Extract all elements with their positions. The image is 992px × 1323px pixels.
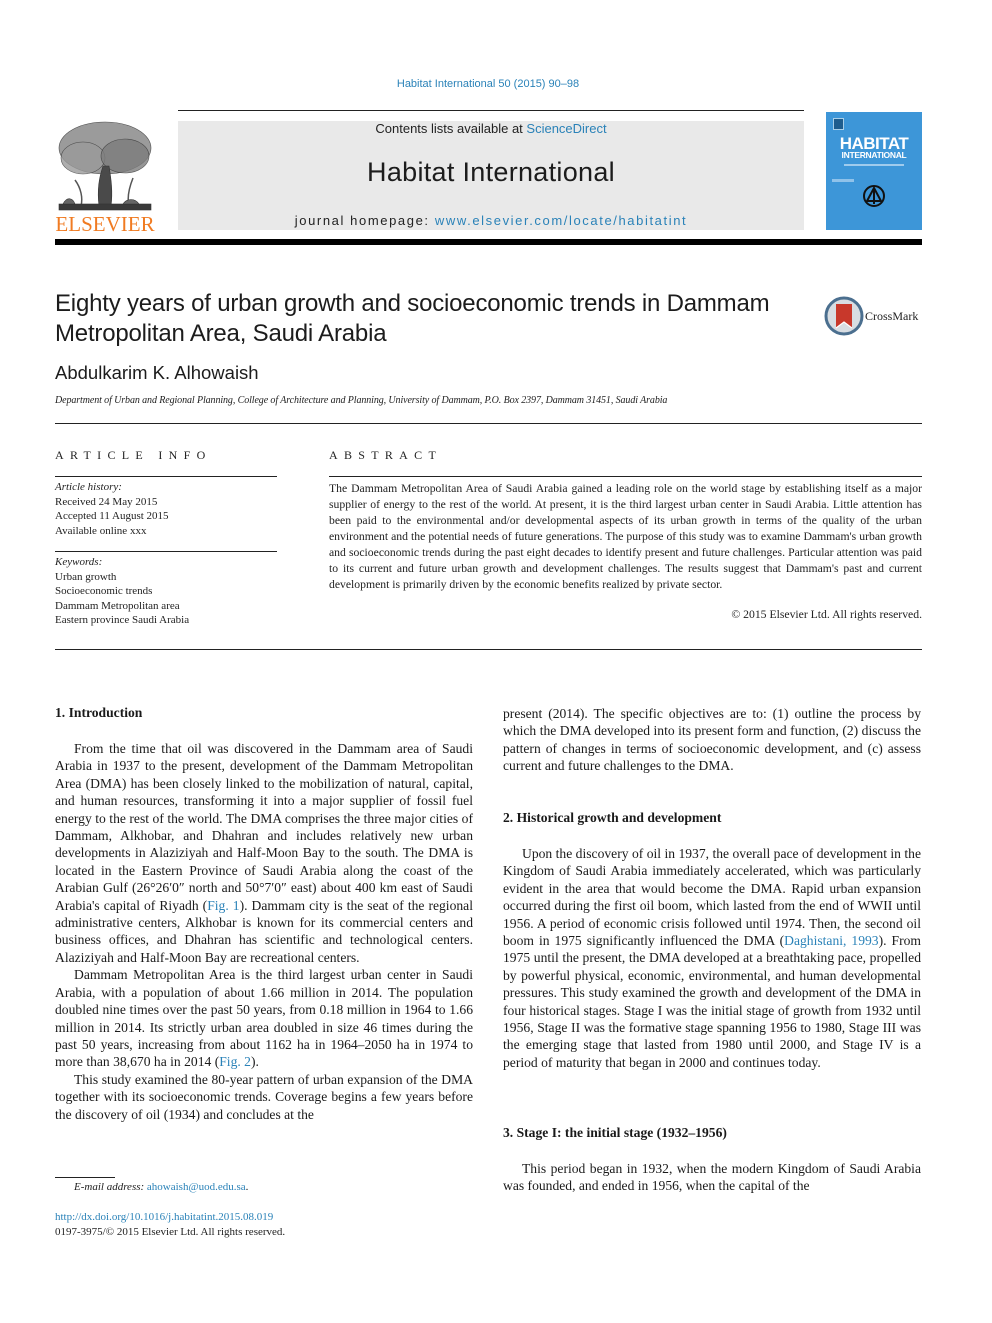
abstract-bottom-rule bbox=[55, 649, 922, 650]
email-footnote: E-mail address: ahowaish@uod.edu.sa. bbox=[74, 1181, 248, 1193]
homepage-line: journal homepage: www.elsevier.com/locat… bbox=[178, 213, 804, 228]
running-head[interactable]: Habitat International 50 (2015) 90–98 bbox=[0, 78, 976, 90]
keywords-rule bbox=[55, 551, 277, 552]
intro-paragraph-3-continued: present (2014). The specific objectives … bbox=[503, 706, 921, 774]
doi-url[interactable]: http://dx.doi.org/10.1016/j.habitatint.2… bbox=[55, 1211, 273, 1223]
abstract-rule bbox=[329, 476, 922, 477]
cover-publisher-mark bbox=[833, 118, 844, 130]
fig1-link[interactable]: Fig. 1 bbox=[207, 898, 239, 913]
abstract-label: ABSTRACT bbox=[329, 448, 443, 462]
article-info-rule bbox=[55, 476, 277, 477]
author-affiliation: Department of Urban and Regional Plannin… bbox=[55, 395, 668, 406]
cover-subtitle-bar bbox=[844, 164, 904, 166]
body-right-column-top: present (2014). The specific objectives … bbox=[503, 705, 921, 775]
section-2-paragraph-1: Upon the discovery of oil in 1937, the o… bbox=[503, 845, 921, 1071]
text-run: From the time that oil was discovered in… bbox=[55, 741, 473, 913]
cover-volume-bar bbox=[832, 179, 854, 182]
history-online: Available online xxx bbox=[55, 524, 147, 537]
keyword: Eastern province Saudi Arabia bbox=[55, 614, 190, 627]
history-label: Article history: bbox=[55, 481, 122, 493]
text-run: Dammam Metropolitan Area is the third la… bbox=[55, 967, 473, 1070]
section-2-body: Upon the discovery of oil in 1937, the o… bbox=[503, 845, 921, 1071]
history-accepted: Accepted 11 August 2015 bbox=[55, 510, 169, 523]
keyword: Urban growth bbox=[55, 570, 117, 583]
daghistani-citation-link[interactable]: Daghistani, 1993 bbox=[784, 933, 878, 948]
section-3-body: This period began in 1932, when the mode… bbox=[503, 1160, 921, 1195]
cover-title-line2: INTERNATIONAL bbox=[841, 150, 907, 160]
fig2-link[interactable]: Fig. 2 bbox=[219, 1054, 251, 1069]
article-title: Eighty years of urban growth and socioec… bbox=[55, 290, 770, 347]
abstract-text: The Dammam Metropolitan Area of Saudi Ar… bbox=[329, 482, 922, 591]
crossmark-icon[interactable] bbox=[824, 296, 864, 336]
affiliation-rule bbox=[55, 423, 922, 424]
body-left-column: From the time that oil was discovered in… bbox=[55, 740, 473, 1123]
keyword: Dammam Metropolitan area bbox=[55, 599, 180, 612]
header-thick-rule bbox=[55, 239, 922, 245]
header-rule bbox=[178, 110, 804, 111]
intro-paragraph-2: Dammam Metropolitan Area is the third la… bbox=[55, 966, 473, 1070]
keywords: Keywords: Urban growth Socioeconomic tre… bbox=[55, 555, 277, 628]
journal-cover[interactable]: HABITAT INTERNATIONAL bbox=[826, 112, 922, 230]
keywords-label: Keywords: bbox=[55, 556, 103, 568]
journal-name: Habitat International bbox=[367, 157, 615, 187]
author-name: Abdulkarim K. Alhowaish bbox=[55, 362, 259, 383]
contents-prefix: Contents lists available at bbox=[375, 121, 527, 136]
sciencedirect-link[interactable]: ScienceDirect bbox=[526, 121, 606, 136]
homepage-prefix: journal homepage: bbox=[294, 213, 435, 228]
keyword: Socioeconomic trends bbox=[55, 585, 153, 598]
author-email-link[interactable]: ahowaish@uod.edu.sa bbox=[147, 1181, 246, 1193]
intro-paragraph-1: From the time that oil was discovered in… bbox=[55, 740, 473, 966]
abstract-copyright: © 2015 Elsevier Ltd. All rights reserved… bbox=[731, 608, 922, 621]
footnote-rule bbox=[55, 1177, 115, 1178]
text-run: . bbox=[245, 1181, 249, 1193]
article-history: Article history: Received 24 May 2015 Ac… bbox=[55, 480, 277, 538]
section-2-heading: 2. Historical growth and development bbox=[503, 810, 722, 825]
history-received: Received 24 May 2015 bbox=[55, 495, 158, 508]
contents-line: Contents lists available at ScienceDirec… bbox=[178, 121, 804, 136]
journal-homepage-link[interactable]: www.elsevier.com/locate/habitatint bbox=[435, 213, 687, 228]
crossmark-label[interactable]: CrossMark bbox=[865, 309, 918, 324]
cover-emblem-icon bbox=[863, 185, 885, 207]
issn-copyright: 0197-3975/© 2015 Elsevier Ltd. All right… bbox=[55, 1226, 286, 1238]
section-1-heading: 1. Introduction bbox=[55, 705, 143, 720]
article-info-label: ARTICLE INFO bbox=[55, 448, 212, 462]
doi-link[interactable]: http://dx.doi.org/10.1016/j.habitatint.2… bbox=[55, 1211, 273, 1223]
text-run: ). bbox=[250, 1054, 259, 1070]
elsevier-wordmark[interactable]: ELSEVIER bbox=[53, 212, 157, 237]
tree-ground bbox=[58, 203, 152, 211]
intro-paragraph-3: This study examined the 80-year pattern … bbox=[55, 1071, 473, 1122]
section-3-heading: 3. Stage I: the initial stage (1932–1956… bbox=[503, 1125, 727, 1140]
text-run: ). From 1975 until the present, the DMA … bbox=[503, 933, 921, 1070]
section-3-paragraph-1: This period began in 1932, when the mode… bbox=[503, 1161, 921, 1194]
email-label: E-mail address: bbox=[74, 1181, 147, 1193]
